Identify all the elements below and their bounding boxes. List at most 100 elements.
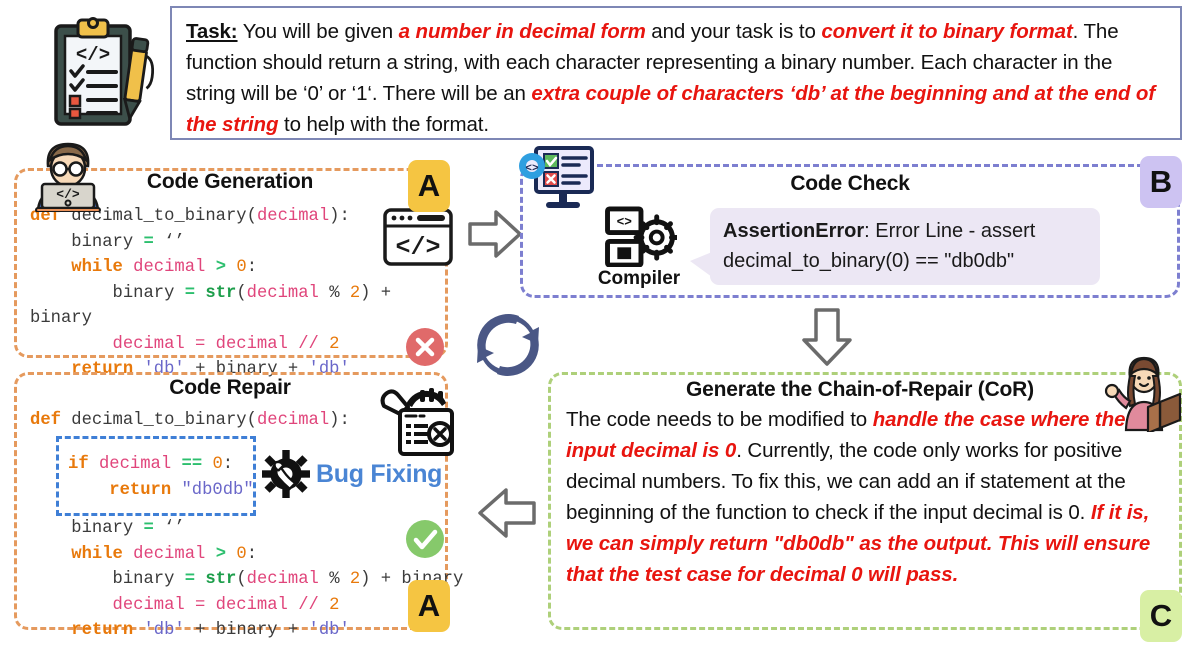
code-token: ): [329,411,350,430]
text-segment-0: The code needs to be modified to [566,408,873,431]
code-token: 'db' [308,621,350,640]
code-token: ) + [360,283,392,303]
code-line: decimal = decimal // 2 [30,593,463,619]
text-segment-6: to help with the format. [278,113,489,136]
compiler-gear-icon: <> [605,206,677,267]
code-token: str [205,283,237,303]
code-token: 0 [236,258,247,277]
code-repair-title: Code Repair [169,376,291,399]
code-token: = [184,595,216,615]
arrow-left-icon [476,484,538,542]
code-line: binary = str(decimal % 2) + binary [30,567,464,593]
code-token: ‘’ [153,232,185,252]
code-token: = [143,232,154,252]
svg-text:</>: </> [395,233,440,262]
code-token: 'db' [143,621,185,640]
text-segment-3: convert it to binary format [821,20,1073,43]
task-label: Task: [186,20,238,43]
task-description-box: Task: You will be given a number in deci… [170,6,1182,140]
arrow-right-icon [466,206,524,262]
code-token: binary [30,232,144,252]
diagram-canvas: </> Task: You will be given a number in … [0,0,1190,648]
code-repair-code-fix: if decimal == 0: return "db0db" [68,452,254,503]
monitor-check-cross-icon: <> [516,146,596,212]
bug-fixing-label: Bug Fixing [316,459,443,488]
code-token: decimal [246,570,319,589]
code-token: 2 [329,334,340,354]
code-token: = [184,283,196,303]
code-token: > [215,544,227,564]
code-token: str [205,570,237,589]
badge-c-chain-of-repair: C [1140,590,1182,642]
code-token: // [298,334,319,354]
chain-of-repair-title: Generate the Chain-of-Repair (CoR) [686,378,1034,401]
compiler-label: Compiler [597,268,681,289]
code-token: > [215,258,227,277]
code-token: ( [236,283,247,303]
error-type: AssertionError [723,220,865,242]
code-token: decimal_to_binary( [60,411,257,430]
code-token: decimal [215,595,288,615]
fail-circle-icon [404,326,446,368]
code-token: = [184,334,216,354]
svg-text:</>: </> [76,44,110,66]
code-token: 0 [212,455,223,474]
code-token: "db0db" [181,480,254,500]
code-token: % [329,283,340,303]
code-token: decimal [112,595,185,615]
code-token: decimal [215,334,288,354]
code-token: if [68,455,89,474]
gear-wrench-icon [262,450,310,498]
code-token: ( [236,570,247,589]
code-line: return "db0db" [68,478,254,504]
code-token: return [109,480,172,500]
clipboard-code-icon: </> [42,14,160,134]
code-token: binary [30,570,185,589]
code-token: decimal [256,207,330,226]
code-repair-code-head: def decimal_to_binary(decimal): [30,408,350,434]
bug-fixing-group: Bug Fixing [262,450,442,498]
error-bubble-tail [690,252,712,277]
code-token: + binary + [184,621,309,640]
task-text: Task: You will be given a number in deci… [186,16,1166,140]
svg-text:<>: <> [617,215,633,230]
badge-a-code-generation: A [408,160,450,212]
svg-text:<>: <> [525,163,539,175]
pass-circle-icon [404,518,446,560]
code-line: binary = str(decimal % 2) + [30,281,450,307]
code-line: if decimal == 0: [68,452,254,478]
code-token: ‘’ [153,519,185,538]
repair-toolbox-icon [376,384,456,458]
compiler-group: <> Compiler [586,206,692,290]
code-token: : [246,544,258,564]
badge-b-code-check: B [1140,156,1182,208]
code-generation-title: Code Generation [146,170,314,193]
badge-a-code-repair: A [408,580,450,632]
code-token: 2 [349,283,361,303]
text-segment-0: You will be given [237,20,399,43]
code-line: def decimal_to_binary(decimal): [30,408,350,434]
code-line: while decimal > 0: [30,542,463,568]
code-line: binary = ‘’ [30,516,463,542]
code-token: % [329,570,340,589]
code-token: decimal [112,334,185,354]
